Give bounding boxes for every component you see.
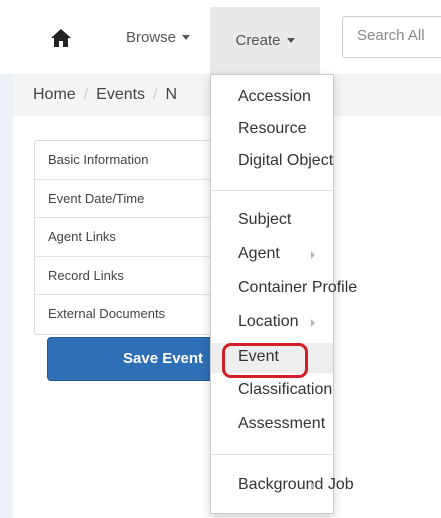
breadcrumb-separator: / [83, 86, 89, 103]
breadcrumb-current: N [165, 86, 178, 103]
menu-item-assessment[interactable]: Assessment [211, 410, 333, 440]
menu-item-background-job-label: Background Job [238, 476, 354, 493]
browse-menu-button[interactable]: Browse [106, 0, 210, 74]
caret-down-icon [286, 38, 295, 43]
browse-label: Browse [125, 28, 177, 46]
menu-item-agent[interactable]: Agent [211, 240, 333, 270]
menu-item-digital-object[interactable]: Digital Object [211, 147, 333, 177]
breadcrumb-events-link[interactable]: Events [96, 86, 145, 103]
search-placeholder: Search All [357, 27, 425, 44]
menu-divider [211, 454, 333, 455]
search-input[interactable]: Search All [342, 16, 441, 58]
caret-down-icon [182, 34, 191, 40]
section-nav-event-date-time[interactable]: Event Date/Time [35, 180, 233, 218]
chevron-right-icon [311, 482, 315, 490]
save-event-button[interactable]: Save Event [47, 337, 237, 381]
left-background-strip [0, 74, 13, 518]
create-dropdown-menu: Accession Resource Digital Object Subjec… [210, 74, 357, 514]
menu-item-location-label: Location [238, 313, 299, 330]
section-nav: Basic Information Event Date/Time Agent … [34, 140, 234, 335]
breadcrumb-home-link[interactable]: Home [33, 86, 76, 103]
section-nav-record-links[interactable]: Record Links [35, 257, 233, 295]
section-nav-basic-information[interactable]: Basic Information [35, 141, 233, 180]
top-navbar: Browse Create Search All [0, 0, 441, 74]
home-icon[interactable] [50, 28, 72, 48]
event-highlight-annotation [222, 343, 308, 378]
menu-item-location[interactable]: Location [211, 308, 333, 338]
menu-item-accession[interactable]: Accession [211, 83, 333, 113]
menu-item-subject[interactable]: Subject [211, 206, 333, 236]
menu-item-container-profile[interactable]: Container Profile [211, 274, 357, 304]
create-label: Create [235, 32, 281, 49]
create-menu-button[interactable]: Create [210, 7, 320, 74]
menu-item-classification[interactable]: Classification [211, 376, 333, 406]
section-nav-external-documents[interactable]: External Documents [35, 295, 233, 334]
menu-item-resource[interactable]: Resource [211, 115, 333, 145]
breadcrumb-separator: / [153, 86, 158, 103]
section-nav-agent-links[interactable]: Agent Links [35, 218, 233, 257]
menu-item-agent-label: Agent [238, 245, 280, 262]
menu-divider [211, 190, 333, 191]
menu-item-background-job[interactable]: Background Job [211, 471, 354, 501]
chevron-right-icon [311, 319, 315, 327]
chevron-right-icon [311, 251, 315, 259]
